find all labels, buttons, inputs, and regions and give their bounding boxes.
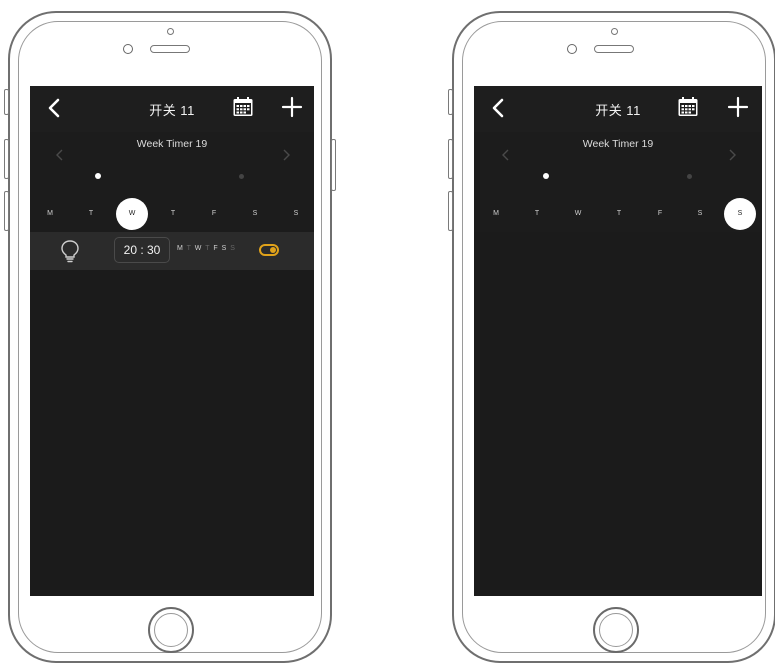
page-indicator-active — [543, 173, 549, 179]
repeat-day: F — [213, 245, 219, 252]
week-selector: Week Timer 19 M T W T F S S — [474, 132, 762, 232]
day-saturday[interactable]: S — [684, 198, 716, 230]
repeat-day: W — [194, 245, 203, 252]
plus-icon[interactable] — [726, 95, 750, 119]
page-title: 开关 11 — [595, 103, 641, 118]
earpiece-speaker — [150, 45, 190, 53]
day-friday[interactable]: F — [644, 198, 676, 230]
calendar-icon[interactable] — [677, 96, 699, 118]
repeat-day: S — [221, 245, 228, 252]
day-saturday[interactable]: S — [239, 198, 271, 230]
day-monday[interactable]: M — [34, 198, 66, 230]
mute-switch — [4, 89, 9, 115]
day-wednesday[interactable]: W — [562, 198, 594, 230]
next-week-icon[interactable] — [280, 148, 292, 162]
lightbulb-icon — [61, 240, 79, 263]
nav-bar: 开关 11 — [30, 86, 314, 132]
proximity-sensor — [167, 28, 174, 35]
day-sunday-selected[interactable]: S — [724, 198, 756, 230]
timer-time[interactable]: 20 : 30 — [114, 237, 170, 263]
day-thursday[interactable]: T — [157, 198, 189, 230]
repeat-day: S — [230, 245, 236, 252]
volume-down-button — [448, 191, 453, 231]
day-tuesday[interactable]: T — [521, 198, 553, 230]
power-button — [331, 139, 336, 191]
toggle-knob — [270, 247, 276, 253]
day-friday[interactable]: F — [198, 198, 230, 230]
phone-right: 开关 11 Week Timer 19 M T W T F S S — [448, 11, 775, 663]
week-selector: Week Timer 19 M T W T F S S — [30, 132, 314, 232]
phone-left: 开关 11 Week Timer 19 M T W T F S S 20: 3… — [4, 11, 336, 663]
repeat-day: T — [186, 245, 192, 252]
app-screen: 开关 11 Week Timer 19 M T W T — [30, 86, 314, 596]
day-thursday[interactable]: T — [603, 198, 635, 230]
repeat-day: T — [205, 245, 211, 252]
front-camera — [123, 44, 133, 54]
home-button[interactable] — [148, 607, 194, 653]
day-monday[interactable]: M — [480, 198, 512, 230]
earpiece-speaker — [594, 45, 634, 53]
page-indicator-active — [95, 173, 101, 179]
page-indicator — [239, 174, 244, 179]
volume-down-button — [4, 191, 9, 231]
volume-up-button — [448, 139, 453, 179]
repeat-day: M — [177, 245, 184, 252]
home-button[interactable] — [593, 607, 639, 653]
nav-bar: 开关 11 — [474, 86, 762, 132]
front-camera — [567, 44, 577, 54]
plus-icon[interactable] — [280, 95, 304, 119]
timer-repeat-days: M T W T F S S — [177, 245, 236, 252]
volume-up-button — [4, 139, 9, 179]
timer-row[interactable]: 20 : 30 M T W T F S S — [30, 232, 314, 270]
timer-enable-toggle[interactable] — [259, 244, 279, 256]
page-title: 开关 11 — [149, 103, 195, 118]
calendar-icon[interactable] — [232, 96, 254, 118]
mute-switch — [448, 89, 453, 115]
prev-week-icon[interactable] — [54, 148, 66, 162]
prev-week-icon[interactable] — [500, 148, 512, 162]
week-timer-title: Week Timer 19 — [582, 138, 654, 150]
app-screen: 开关 11 Week Timer 19 M T W T — [474, 86, 762, 596]
week-timer-title: Week Timer 19 — [136, 138, 208, 150]
proximity-sensor — [611, 28, 618, 35]
day-wednesday-selected[interactable]: W — [116, 198, 148, 230]
page-indicator — [687, 174, 692, 179]
day-sunday[interactable]: S — [280, 198, 312, 230]
next-week-icon[interactable] — [726, 148, 738, 162]
day-tuesday[interactable]: T — [75, 198, 107, 230]
